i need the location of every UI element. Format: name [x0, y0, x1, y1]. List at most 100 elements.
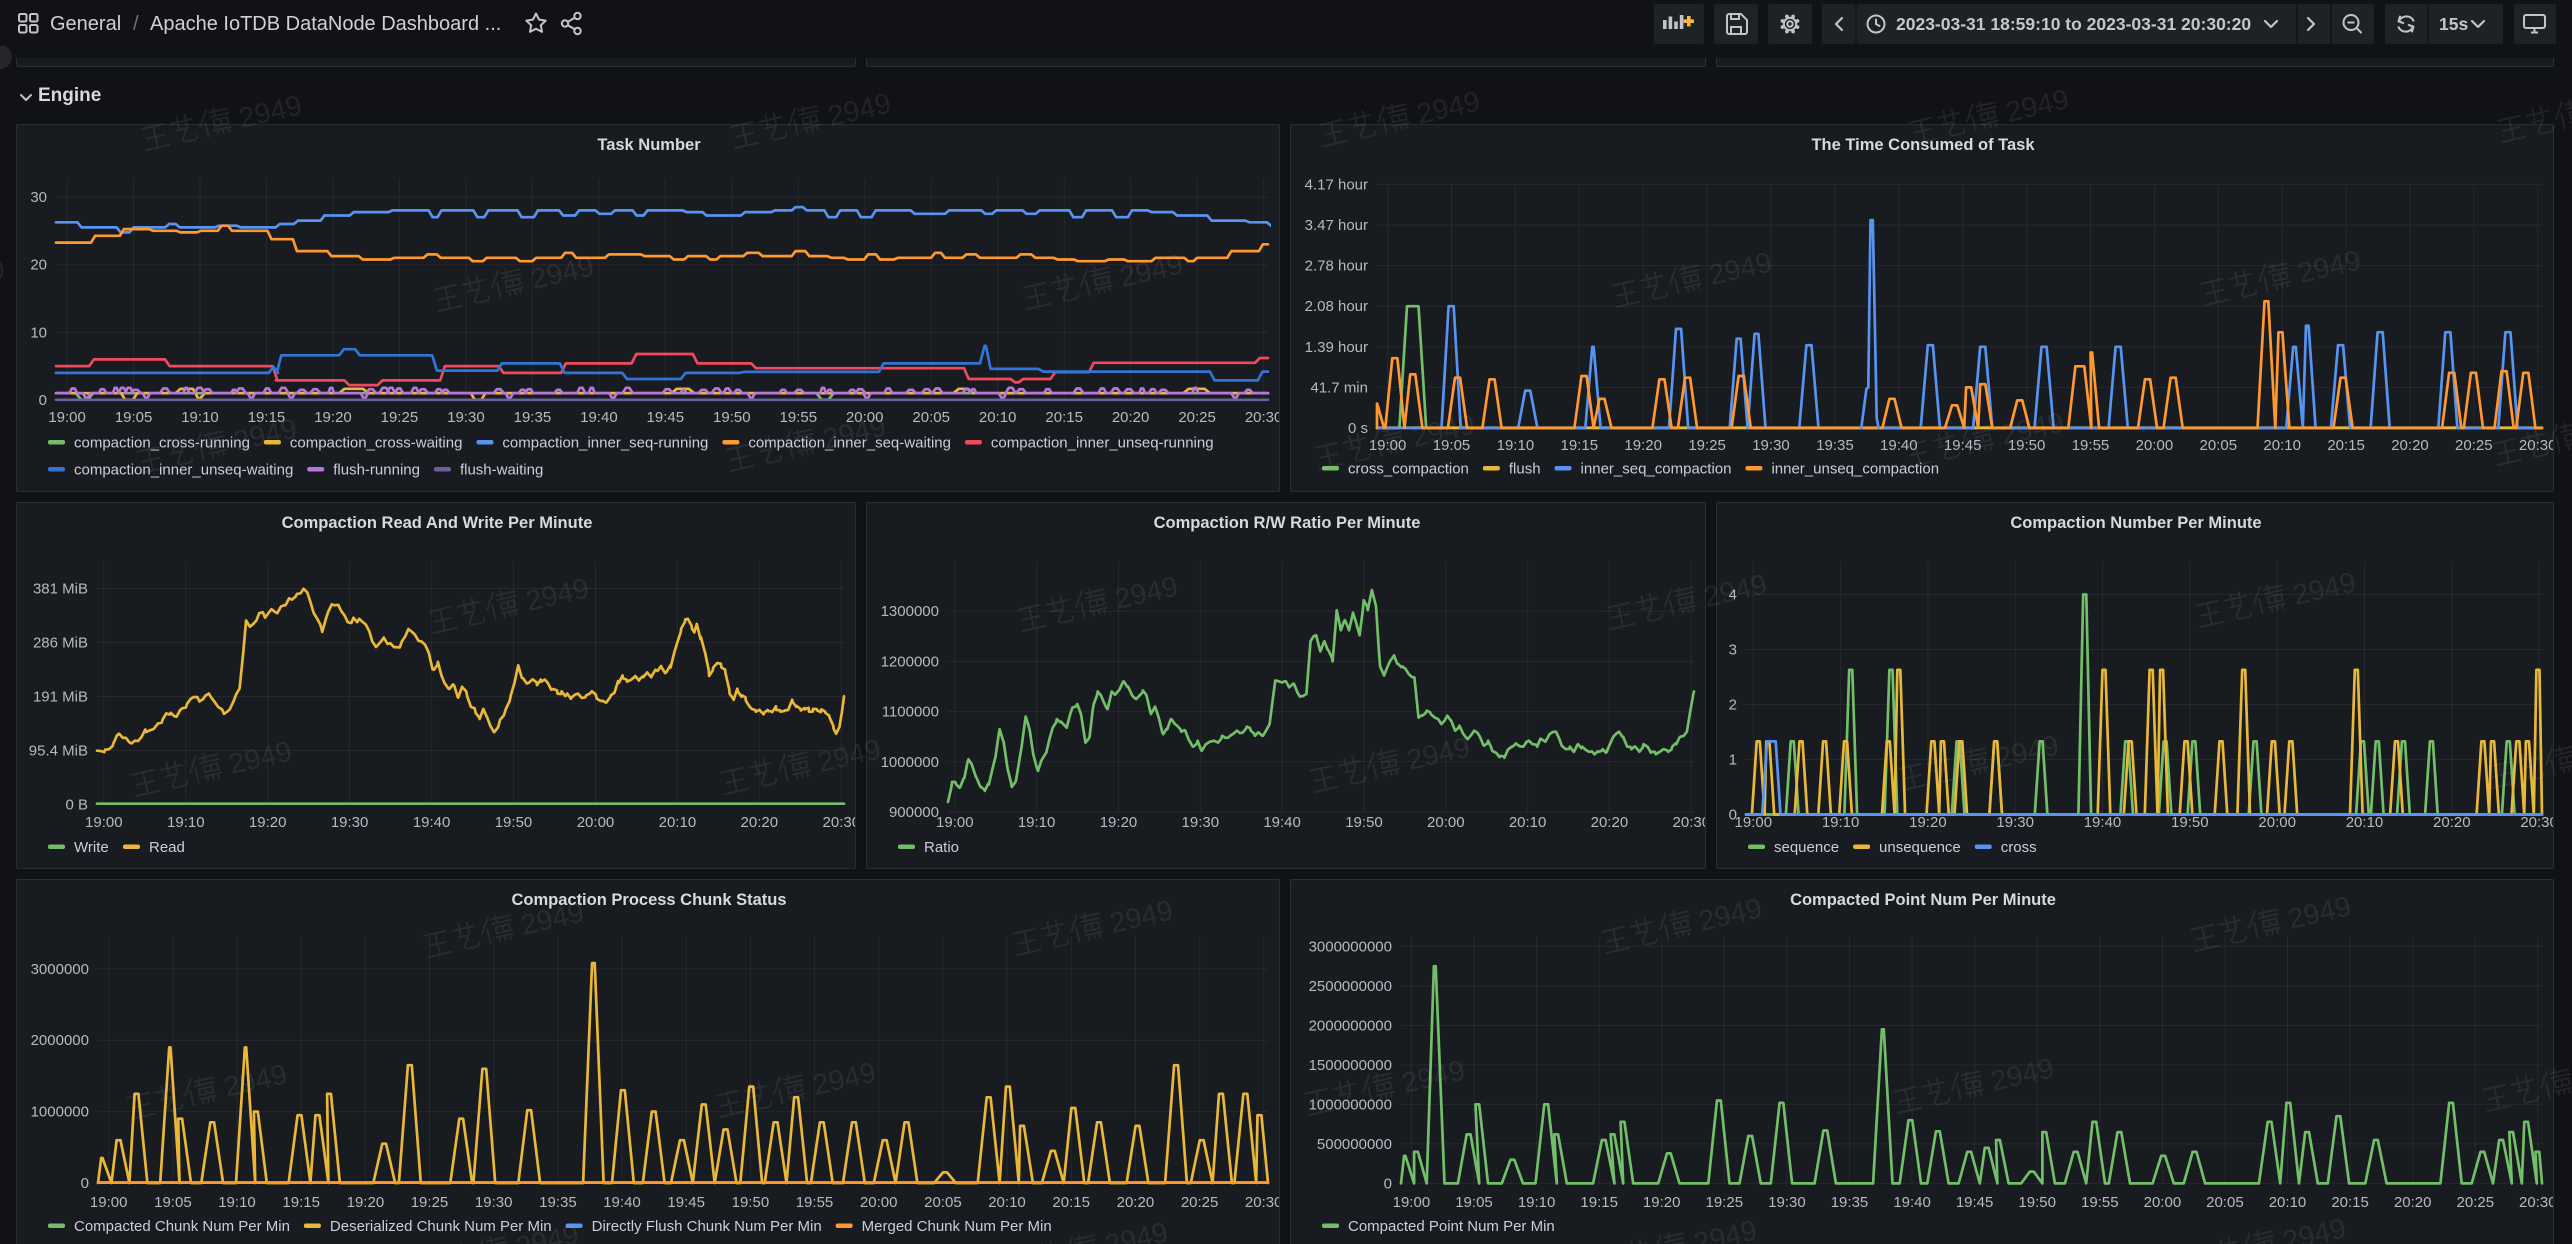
svg-text:compaction_cross-running: compaction_cross-running	[74, 435, 250, 452]
svg-text:compaction_inner_seq-waiting: compaction_inner_seq-waiting	[748, 435, 951, 452]
svg-text:19:10: 19:10	[181, 409, 219, 426]
svg-text:Compacted Chunk Num Per Min: Compacted Chunk Num Per Min	[74, 1218, 290, 1235]
svg-text:10: 10	[30, 324, 47, 341]
svg-text:20:20: 20:20	[1112, 409, 1150, 426]
svg-text:Ratio: Ratio	[924, 839, 959, 856]
svg-text:Compacted Point Num Per Minute: Compacted Point Num Per Minute	[1790, 891, 2056, 909]
svg-text:19:00: 19:00	[936, 814, 974, 831]
svg-text:3.47 hour: 3.47 hour	[1305, 217, 1368, 234]
svg-text:20:30: 20:30	[2519, 437, 2554, 454]
svg-text:2500000000: 2500000000	[1309, 978, 1392, 995]
svg-text:20:05: 20:05	[912, 409, 950, 426]
svg-text:20:20: 20:20	[1117, 1194, 1155, 1211]
svg-text:19:00: 19:00	[48, 409, 86, 426]
svg-text:19:50: 19:50	[1345, 814, 1383, 831]
svg-text:Compaction Process Chunk Statu: Compaction Process Chunk Status	[511, 891, 786, 909]
svg-text:flush-waiting: flush-waiting	[460, 462, 543, 479]
svg-text:19:45: 19:45	[647, 409, 685, 426]
svg-text:19:20: 19:20	[249, 814, 287, 831]
svg-text:0 s: 0 s	[1348, 420, 1368, 437]
svg-text:20:30: 20:30	[2519, 1194, 2554, 1211]
svg-text:19:20: 19:20	[314, 409, 352, 426]
svg-text:Compaction R/W Ratio Per Minut: Compaction R/W Ratio Per Minute	[1154, 514, 1421, 532]
svg-text:19:10: 19:10	[1497, 437, 1535, 454]
svg-text:2949: 2949	[0, 574, 3, 619]
svg-text:19:05: 19:05	[1433, 437, 1471, 454]
svg-text:sequence: sequence	[1774, 839, 1839, 856]
svg-text:19:40: 19:40	[1880, 437, 1918, 454]
svg-text:/: /	[133, 13, 139, 35]
svg-text:1000000: 1000000	[881, 754, 939, 771]
svg-text:19:10: 19:10	[1822, 814, 1860, 831]
svg-text:19:40: 19:40	[580, 409, 618, 426]
svg-text:20:10: 20:10	[2269, 1194, 2307, 1211]
svg-text:19:35: 19:35	[539, 1194, 577, 1211]
svg-text:19:10: 19:10	[167, 814, 205, 831]
svg-text:20:15: 20:15	[1045, 409, 1083, 426]
svg-text:15s: 15s	[2439, 14, 2468, 34]
svg-text:20:00: 20:00	[860, 1194, 898, 1211]
svg-text:19:30: 19:30	[1182, 814, 1220, 831]
svg-text:Read: Read	[149, 839, 185, 856]
svg-text:20:25: 20:25	[2457, 1194, 2495, 1211]
svg-text:20:05: 20:05	[2200, 437, 2238, 454]
svg-text:0 B: 0 B	[65, 797, 88, 814]
svg-text:2949: 2949	[0, 252, 8, 297]
svg-text:19:50: 19:50	[2008, 437, 2046, 454]
svg-text:19:45: 19:45	[1944, 437, 1982, 454]
svg-text:0: 0	[1384, 1175, 1392, 1192]
svg-text:20:00: 20:00	[2144, 1194, 2182, 1211]
svg-text:Write: Write	[74, 839, 109, 856]
svg-text:19:40: 19:40	[413, 814, 451, 831]
svg-text:19:30: 19:30	[1768, 1194, 1806, 1211]
svg-text:19:10: 19:10	[218, 1194, 256, 1211]
svg-text:2: 2	[1729, 697, 1737, 714]
svg-text:286 MiB: 286 MiB	[33, 635, 88, 652]
svg-text:4: 4	[1729, 587, 1737, 604]
svg-text:19:05: 19:05	[115, 409, 153, 426]
svg-text:19:05: 19:05	[154, 1194, 192, 1211]
svg-text:19:40: 19:40	[2084, 814, 2122, 831]
svg-text:19:20: 19:20	[1909, 814, 1947, 831]
svg-text:19:40: 19:40	[1263, 814, 1301, 831]
svg-text:20:10: 20:10	[979, 409, 1017, 426]
svg-text:compaction_inner_seq-running: compaction_inner_seq-running	[502, 435, 708, 452]
svg-text:19:25: 19:25	[1688, 437, 1726, 454]
svg-text:Compaction Number Per Minute: Compaction Number Per Minute	[2010, 514, 2261, 532]
svg-text:20:10: 20:10	[988, 1194, 1026, 1211]
svg-text:flush-running: flush-running	[333, 462, 420, 479]
svg-text:20:00: 20:00	[1427, 814, 1465, 831]
svg-text:20:25: 20:25	[1178, 409, 1216, 426]
svg-text:19:10: 19:10	[1018, 814, 1056, 831]
svg-text:20:20: 20:20	[1591, 814, 1629, 831]
svg-text:19:55: 19:55	[2072, 437, 2110, 454]
svg-text:unsequence: unsequence	[1879, 839, 1961, 856]
svg-text:19:55: 19:55	[2081, 1194, 2119, 1211]
svg-text:2.78 hour: 2.78 hour	[1305, 258, 1368, 275]
svg-text:95.4 MiB: 95.4 MiB	[29, 743, 88, 760]
svg-text:20:00: 20:00	[846, 409, 884, 426]
svg-text:19:00: 19:00	[1369, 437, 1407, 454]
svg-text:cross_compaction: cross_compaction	[1348, 461, 1469, 478]
svg-text:Task Number: Task Number	[597, 136, 701, 154]
svg-text:2.08 hour: 2.08 hour	[1305, 298, 1368, 315]
svg-text:19:20: 19:20	[1643, 1194, 1681, 1211]
svg-text:19:50: 19:50	[732, 1194, 770, 1211]
svg-text:Merged Chunk Num Per Min: Merged Chunk Num Per Min	[862, 1218, 1052, 1235]
svg-text:19:45: 19:45	[667, 1194, 705, 1211]
svg-text:4.17 hour: 4.17 hour	[1305, 176, 1368, 193]
svg-text:19:15: 19:15	[1561, 437, 1599, 454]
svg-text:19:35: 19:35	[1831, 1194, 1869, 1211]
svg-text:19:35: 19:35	[514, 409, 552, 426]
svg-text:19:00: 19:00	[1393, 1194, 1431, 1211]
svg-text:20:30: 20:30	[823, 814, 856, 831]
svg-text:19:25: 19:25	[1706, 1194, 1744, 1211]
svg-text:19:45: 19:45	[1956, 1194, 1994, 1211]
svg-text:20:30: 20:30	[1245, 409, 1280, 426]
svg-text:19:25: 19:25	[381, 409, 419, 426]
svg-text:20:30: 20:30	[2520, 814, 2554, 831]
svg-text:1500000000: 1500000000	[1309, 1057, 1392, 1074]
svg-text:30: 30	[30, 189, 47, 206]
svg-text:19:30: 19:30	[447, 409, 485, 426]
svg-text:flush: flush	[1509, 461, 1541, 478]
